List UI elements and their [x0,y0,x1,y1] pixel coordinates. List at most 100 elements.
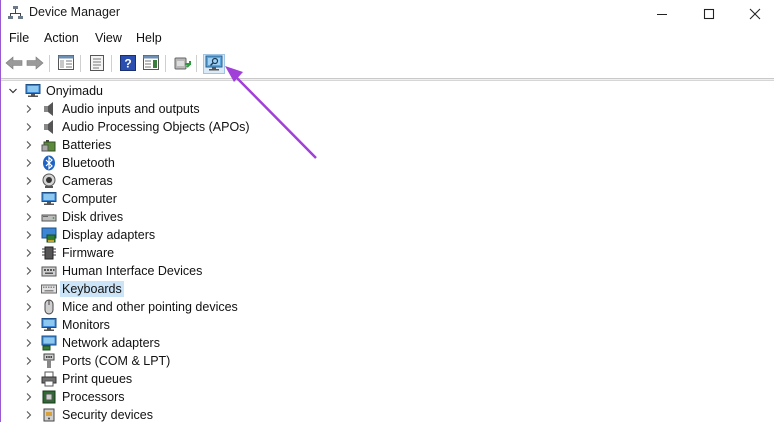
printer-icon [41,371,57,387]
chevron-right-icon[interactable] [21,388,37,406]
device-manager-window: Device Manager File Action View Help ? O… [0,0,774,422]
chevron-right-icon[interactable] [21,136,37,154]
tree-item-label: Batteries [62,138,112,152]
security-icon [41,407,57,422]
hid-icon [41,263,57,279]
console-view-button[interactable] [141,54,161,74]
tree-root[interactable]: Onyimadu [5,82,105,100]
title-bar: Device Manager [1,0,774,27]
port-icon [41,353,57,369]
help-button[interactable]: ? [118,54,138,74]
tree-item-label: Network adapters [62,336,160,350]
display-adapter-icon [41,227,57,243]
tree-item-security-devices[interactable]: Security devices [21,406,155,422]
chevron-right-icon[interactable] [21,352,37,370]
console-view-icon [143,55,159,73]
tree-item-audio-processing-objects-apos[interactable]: Audio Processing Objects (APOs) [21,118,252,136]
chevron-right-icon[interactable] [21,226,37,244]
back-button[interactable] [4,54,24,74]
battery-icon [41,137,57,153]
forward-button[interactable] [25,54,45,74]
tree-item-processors[interactable]: Processors [21,388,127,406]
back-icon [5,55,23,73]
tree-item-disk-drives[interactable]: Disk drives [21,208,125,226]
menu-file[interactable]: File [9,31,29,45]
tree-item-human-interface-devices[interactable]: Human Interface Devices [21,262,204,280]
tree-item-keyboards[interactable]: Keyboards [21,280,124,298]
tree-item-audio-inputs-and-outputs[interactable]: Audio inputs and outputs [21,100,202,118]
keyboard-icon [41,281,57,297]
chevron-right-icon[interactable] [21,316,37,334]
speaker-icon [41,101,57,117]
chevron-right-icon[interactable] [21,172,37,190]
chevron-right-icon[interactable] [21,280,37,298]
tree-item-label: Print queues [62,372,133,386]
menu-view[interactable]: View [95,31,122,45]
close-button[interactable] [732,0,774,27]
tree-item-print-queues[interactable]: Print queues [21,370,134,388]
chevron-right-icon[interactable] [21,244,37,262]
properties-button[interactable] [87,54,107,74]
tree-item-label: Human Interface Devices [62,264,203,278]
svg-text:?: ? [124,56,131,70]
show-hide-tree-icon [58,55,74,73]
tree-item-monitors[interactable]: Monitors [21,316,112,334]
toolbar: ? [1,50,774,78]
tree-item-label: Disk drives [62,210,124,224]
tree-item-ports-com-lpt[interactable]: Ports (COM & LPT) [21,352,172,370]
show-hide-tree-button[interactable] [56,54,76,74]
scan-hardware-changes-button[interactable] [203,54,225,74]
computer-icon [25,83,41,99]
chevron-right-icon[interactable] [21,262,37,280]
update-driver-button[interactable] [172,54,192,74]
toolbar-separator [111,55,112,72]
tree-item-label: Audio Processing Objects (APOs) [62,120,250,134]
chevron-down-icon[interactable] [5,82,21,100]
tree-item-firmware[interactable]: Firmware [21,244,116,262]
chevron-right-icon[interactable] [21,370,37,388]
minimize-button[interactable] [639,0,685,27]
scan-hardware-changes-icon [205,55,223,74]
chevron-right-icon[interactable] [21,298,37,316]
menu-bar: File Action View Help [1,28,774,50]
chevron-right-icon[interactable] [21,190,37,208]
help-icon: ? [120,54,136,74]
menu-action[interactable]: Action [44,31,79,45]
toolbar-separator [49,55,50,72]
tree-item-display-adapters[interactable]: Display adapters [21,226,157,244]
tree-item-label: Mice and other pointing devices [62,300,238,314]
update-driver-icon [174,55,191,74]
tree-item-label: Monitors [62,318,110,332]
menu-help[interactable]: Help [136,31,162,45]
tree-item-label: Ports (COM & LPT) [62,354,171,368]
disk-icon [41,209,57,225]
chevron-right-icon[interactable] [21,154,37,172]
toolbar-separator [196,55,197,72]
tree-item-label: Computer [62,192,117,206]
device-manager-app-icon [8,5,23,20]
chevron-right-icon[interactable] [21,406,37,422]
tree-item-cameras[interactable]: Cameras [21,172,115,190]
tree-item-label: Processors [62,390,125,404]
tree-item-computer[interactable]: Computer [21,190,119,208]
forward-icon [26,55,44,73]
chevron-right-icon[interactable] [21,334,37,352]
tree-item-label: Bluetooth [62,156,115,170]
tree-item-mice-and-other-pointing-devices[interactable]: Mice and other pointing devices [21,298,240,316]
monitor-icon [41,191,57,207]
tree-item-label: Audio inputs and outputs [62,102,200,116]
bluetooth-icon [41,155,57,171]
tree-item-batteries[interactable]: Batteries [21,136,113,154]
tree-item-label: Keyboards [60,281,124,297]
tree-item-label: Firmware [62,246,115,260]
chevron-right-icon[interactable] [21,118,37,136]
chevron-right-icon[interactable] [21,208,37,226]
tree-item-label: Display adapters [62,228,156,242]
tree-item-network-adapters[interactable]: Network adapters [21,334,162,352]
toolbar-separator [80,55,81,72]
tree-item-bluetooth[interactable]: Bluetooth [21,154,117,172]
maximize-button[interactable] [686,0,732,27]
mouse-icon [41,299,57,315]
tree-root-label: Onyimadu [46,84,103,98]
chevron-right-icon[interactable] [21,100,37,118]
